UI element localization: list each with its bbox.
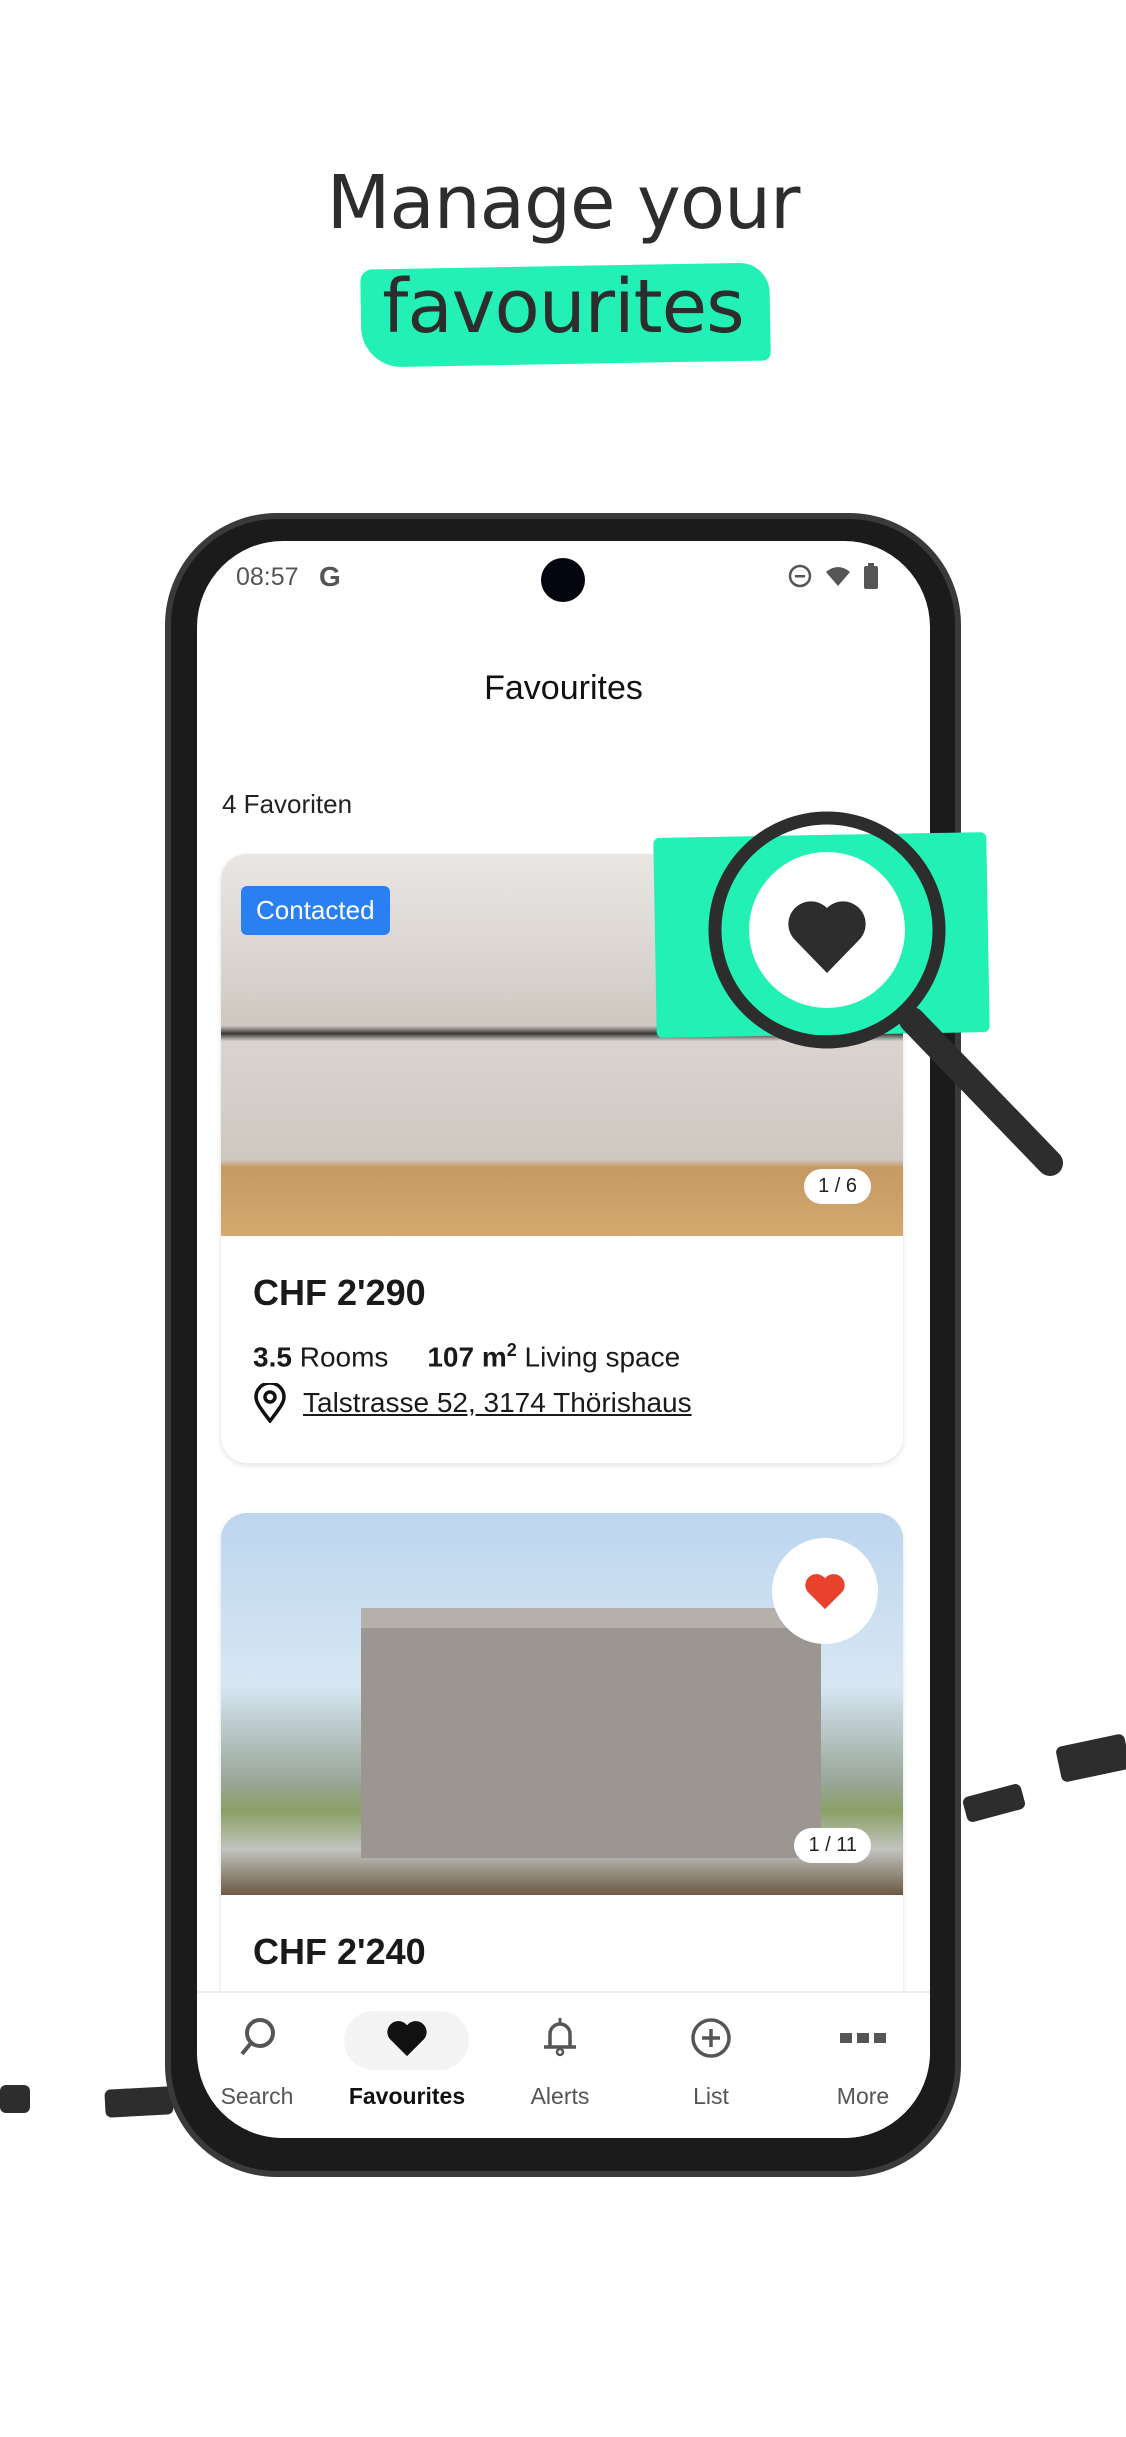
- area-unit-sup: 2: [506, 1340, 517, 1360]
- wifi-icon: [826, 567, 850, 586]
- area-value: 107 m: [427, 1341, 507, 1373]
- decor-dash: [961, 1782, 1027, 1824]
- listing-card[interactable]: 1 / 11 CHF 2'240: [221, 1513, 903, 2013]
- front-camera: [541, 558, 585, 602]
- listing-meta: 3.5 Rooms 107 m2 Living space: [221, 1314, 903, 1373]
- phone-screen: 08:57 G Favourites 4 Favoriten Contacted…: [197, 541, 930, 2138]
- nav-alerts[interactable]: Alerts: [485, 1993, 635, 2110]
- do-not-disturb-icon: [788, 564, 812, 588]
- rooms-value: 3.5: [253, 1341, 292, 1373]
- nav-label: Favourites: [348, 2083, 466, 2109]
- bottom-nav: Search Favourites Alerts List More: [197, 1991, 930, 2138]
- bell-icon: [544, 2018, 576, 2057]
- favourite-button[interactable]: [772, 1538, 878, 1644]
- listing-price: CHF 2'290: [253, 1272, 426, 1313]
- decor-dash: [104, 2086, 174, 2118]
- favourites-count: 4 Favoriten: [222, 789, 353, 819]
- nav-search[interactable]: Search: [197, 1993, 332, 2110]
- decor-dash: [0, 2085, 30, 2113]
- listing-photo[interactable]: 1 / 11: [221, 1513, 903, 1895]
- nav-label: List: [693, 2083, 729, 2109]
- nav-label: More: [836, 2083, 890, 2109]
- heart-icon: [387, 2021, 427, 2057]
- location-pin-icon: [254, 1383, 286, 1424]
- magnifier-icon: [708, 811, 1063, 1176]
- nav-label: Alerts: [530, 2083, 590, 2109]
- photo-counter: 1 / 11: [794, 1828, 871, 1863]
- nav-list[interactable]: List: [636, 1993, 786, 2110]
- status-badge: Contacted: [241, 886, 390, 935]
- nav-more[interactable]: More: [788, 1993, 930, 2110]
- listing-price: CHF 2'240: [253, 1931, 426, 1972]
- search-icon: [240, 2018, 275, 2056]
- address-link[interactable]: Talstrasse 52, 3174 Thörishaus: [303, 1387, 692, 1419]
- decor-dash: [1055, 1733, 1126, 1783]
- plus-circle-icon: [691, 2018, 731, 2058]
- nav-favourites[interactable]: Favourites: [332, 1993, 482, 2110]
- more-icon: [840, 2033, 886, 2043]
- building-image: [361, 1608, 821, 1858]
- google-icon: G: [319, 561, 341, 592]
- promo-line-2: favourites: [382, 264, 744, 350]
- battery-icon: [864, 563, 878, 589]
- status-time: 08:57: [236, 563, 299, 591]
- area-label: Living space: [524, 1341, 681, 1373]
- heart-icon: [805, 1574, 845, 1610]
- rooms-label: Rooms: [299, 1341, 389, 1373]
- status-icons: [788, 563, 878, 589]
- listing-address[interactable]: Talstrasse 52, 3174 Thörishaus: [221, 1373, 903, 1463]
- promo-line-1: Manage your: [326, 160, 801, 246]
- nav-label: Search: [220, 2083, 294, 2109]
- page-title: Favourites: [484, 669, 643, 707]
